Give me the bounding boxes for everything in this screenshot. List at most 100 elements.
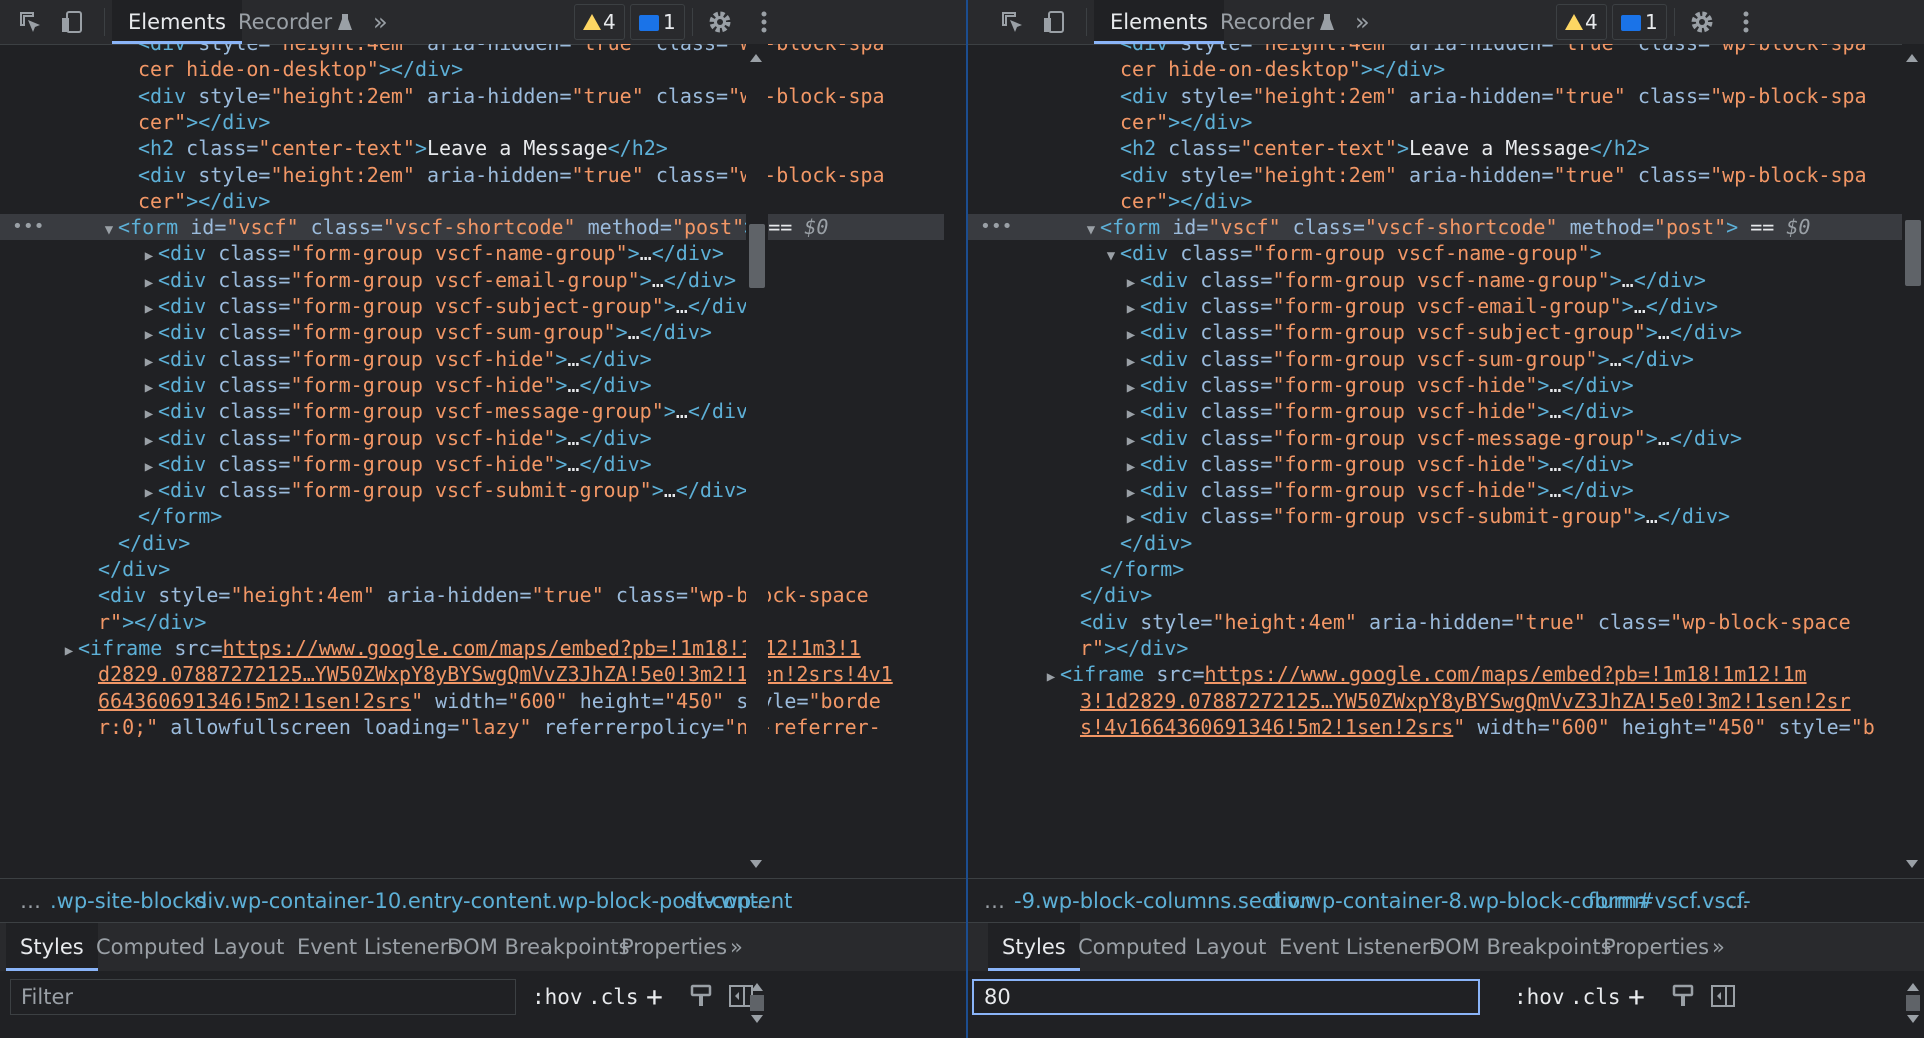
breadcrumb-item[interactable]: div.wp- — [684, 879, 759, 923]
dom-node[interactable]: ▶ <div class="form-group vscf-hide">…</di… — [968, 398, 1902, 424]
scroll-up-arrow[interactable] — [1907, 983, 1919, 991]
dom-node[interactable]: ▶ <div class="form-group vscf-hide">…</di… — [968, 372, 1902, 398]
tab-recorder[interactable]: Recorder — [1204, 0, 1350, 44]
expand-triangle-icon[interactable]: ▶ — [140, 480, 158, 506]
dom-node[interactable]: ▶ <div class="form-group vscf-email-group… — [968, 293, 1902, 319]
scroll-up-arrow[interactable] — [1906, 54, 1918, 62]
expand-triangle-icon[interactable]: ▶ — [1122, 454, 1140, 480]
device-toolbar-icon[interactable] — [1040, 8, 1068, 36]
dom-scrollbar[interactable] — [1902, 44, 1924, 878]
hov-button[interactable]: :hov — [1514, 979, 1565, 1015]
dom-node[interactable]: ▶ <iframe src=https://www.google.com/maps… — [968, 661, 1902, 687]
dom-node[interactable]: <h2 class="center-text">Leave a Message<… — [0, 135, 944, 161]
dom-node[interactable]: <div style="height:4em" aria-hidden="tru… — [968, 44, 1902, 56]
dom-node[interactable]: 3!1d2829.07887272125…YW50ZWxpY8yBYSwgQmV… — [968, 688, 1902, 714]
scroll-up-arrow[interactable] — [750, 54, 762, 62]
dom-node-selected[interactable]: ••• ▼ <form id="vscf" class="vscf-shortcod… — [968, 214, 1902, 241]
more-sidebar-tabs-button[interactable]: » — [716, 923, 757, 971]
expand-triangle-icon[interactable]: ▶ — [140, 243, 158, 269]
dom-node[interactable]: cer hide-on-desktop"></div> — [0, 56, 944, 82]
more-tabs-button[interactable]: » — [1355, 0, 1370, 44]
dom-token-link[interactable]: s!4v1664360691346!5m2!1sen!2srs — [1080, 715, 1453, 739]
dom-node[interactable]: cer hide-on-desktop"></div> — [968, 56, 1902, 82]
dom-node[interactable]: ▶ <div class="form-group vscf-name-group"… — [0, 240, 944, 266]
device-toolbar-icon[interactable] — [58, 8, 86, 36]
dom-node[interactable]: ▶ <div class="form-group vscf-hide">…</di… — [0, 451, 944, 477]
breadcrumb-item[interactable]: form#vscf.vscf- — [1588, 879, 1751, 923]
dom-node[interactable]: ▶ <div class="form-group vscf-hide">…</di… — [0, 425, 944, 451]
warnings-badge[interactable]: 4 — [1556, 4, 1607, 40]
dom-node[interactable]: ▶ <div class="form-group vscf-sum-group">… — [0, 319, 944, 345]
dom-node[interactable]: ▶ <div class="form-group vscf-hide">…</di… — [0, 346, 944, 372]
expand-triangle-icon[interactable]: ▶ — [1122, 349, 1140, 375]
dom-node[interactable]: </div> — [968, 530, 1902, 556]
inspect-element-icon[interactable] — [16, 8, 44, 36]
dom-node[interactable]: ▶ <div class="form-group vscf-subject-gro… — [0, 293, 944, 319]
dom-node[interactable]: d2829.07887272125…YW50ZWxpY8yBYSwgQmVvZ3… — [0, 661, 944, 687]
expand-triangle-icon[interactable]: ▶ — [140, 296, 158, 322]
expand-triangle-icon[interactable]: ▶ — [1042, 664, 1060, 690]
node-actions-icon[interactable]: ••• — [980, 214, 1013, 240]
paint-bucket-icon[interactable] — [688, 983, 714, 1009]
dom-node[interactable]: <div style="height:2em" aria-hidden="tru… — [968, 83, 1902, 109]
dom-token-link[interactable]: d2829.07887272125…YW50ZWxpY8yBYSwgQmVvZ3… — [98, 662, 893, 686]
dom-node[interactable]: 664360691346!5m2!1sen!2srs" width="600" … — [0, 688, 944, 714]
scroll-down-arrow[interactable] — [1907, 1015, 1919, 1023]
dom-node[interactable]: ▶ <div class="form-group vscf-sum-group">… — [968, 346, 1902, 372]
dom-node[interactable]: </form> — [0, 503, 944, 529]
scroll-thumb[interactable] — [750, 995, 764, 1011]
collapse-triangle-icon[interactable]: ▼ — [100, 217, 118, 243]
expand-triangle-icon[interactable]: ▶ — [140, 375, 158, 401]
dom-node[interactable]: ▶ <div class="form-group vscf-submit-grou… — [968, 503, 1902, 529]
dom-node[interactable]: <div style="height:2em" aria-hidden="tru… — [0, 83, 944, 109]
dom-node[interactable]: </div> — [0, 556, 944, 582]
dom-node[interactable]: cer"></div> — [968, 188, 1902, 214]
dom-node[interactable]: ▶ <div class="form-group vscf-message-gro… — [968, 425, 1902, 451]
dom-node[interactable]: ▶ <div class="form-group vscf-subject-gro… — [968, 319, 1902, 345]
dom-node[interactable]: cer"></div> — [0, 188, 944, 214]
expand-triangle-icon[interactable]: ▶ — [140, 454, 158, 480]
tab-recorder[interactable]: Recorder — [222, 0, 368, 44]
expand-triangle-icon[interactable]: ▶ — [140, 349, 158, 375]
styles-filter-input[interactable] — [10, 979, 516, 1015]
more-vertical-icon[interactable] — [750, 8, 778, 36]
collapse-triangle-icon[interactable]: ▼ — [1102, 243, 1120, 269]
breadcrumb-item[interactable]: .wp-site-blocks — [50, 879, 207, 923]
dom-node[interactable]: ▶ <div class="form-group vscf-email-group… — [0, 267, 944, 293]
scroll-up-arrow[interactable] — [751, 983, 763, 991]
scroll-thumb[interactable] — [1905, 220, 1921, 286]
dom-tree[interactable]: <div style="height:4em" aria-hidden="tru… — [968, 44, 1924, 878]
breadcrumb-overflow-end[interactable]: … — [1728, 879, 1749, 923]
cls-button[interactable]: .cls — [588, 979, 639, 1015]
styles-scrollbar[interactable] — [1902, 971, 1924, 1038]
dom-node[interactable]: <div style="height:4em" aria-hidden="tru… — [0, 44, 944, 56]
dom-token-link[interactable]: 664360691346!5m2!1sen!2srs — [98, 689, 411, 713]
paint-bucket-icon[interactable] — [1670, 983, 1696, 1009]
breadcrumb-overflow-start[interactable]: … — [20, 879, 41, 923]
new-style-rule-button[interactable]: + — [1628, 979, 1645, 1015]
more-sidebar-tabs-button[interactable]: » — [1698, 923, 1739, 971]
expand-triangle-icon[interactable]: ▶ — [140, 322, 158, 348]
dom-node[interactable]: ▶ <div class="form-group vscf-hide">…</di… — [968, 477, 1902, 503]
dom-node[interactable]: <div style="height:4em" aria-hidden="tru… — [968, 609, 1902, 635]
dom-scrollbar[interactable] — [746, 44, 768, 878]
messages-badge[interactable]: 1 — [1612, 4, 1667, 40]
expand-triangle-icon[interactable]: ▶ — [140, 401, 158, 427]
scroll-down-arrow[interactable] — [751, 1015, 763, 1023]
scroll-thumb[interactable] — [1906, 995, 1920, 1011]
scroll-thumb[interactable] — [749, 224, 765, 288]
expand-triangle-icon[interactable]: ▶ — [1122, 480, 1140, 506]
toggle-sidebar-icon[interactable] — [1710, 983, 1736, 1009]
warnings-badge[interactable]: 4 — [574, 4, 625, 40]
dom-node[interactable]: ▶ <div class="form-group vscf-name-group"… — [968, 267, 1902, 293]
expand-triangle-icon[interactable]: ▶ — [140, 270, 158, 296]
dom-tree[interactable]: <div style="height:4em" aria-hidden="tru… — [0, 44, 966, 878]
dom-node[interactable]: <h2 class="center-text">Leave a Message<… — [968, 135, 1902, 161]
new-style-rule-button[interactable]: + — [646, 979, 663, 1015]
dom-node[interactable]: r:0;" allowfullscreen loading="lazy" ref… — [0, 714, 944, 740]
dom-token-link[interactable]: 3!1d2829.07887272125…YW50ZWxpY8yBYSwgQmV… — [1080, 689, 1851, 713]
styles-scrollbar[interactable] — [746, 971, 768, 1038]
gear-icon[interactable] — [706, 8, 734, 36]
dom-node[interactable]: <div style="height:4em" aria-hidden="tru… — [0, 582, 944, 608]
dom-node[interactable]: </div> — [968, 582, 1902, 608]
